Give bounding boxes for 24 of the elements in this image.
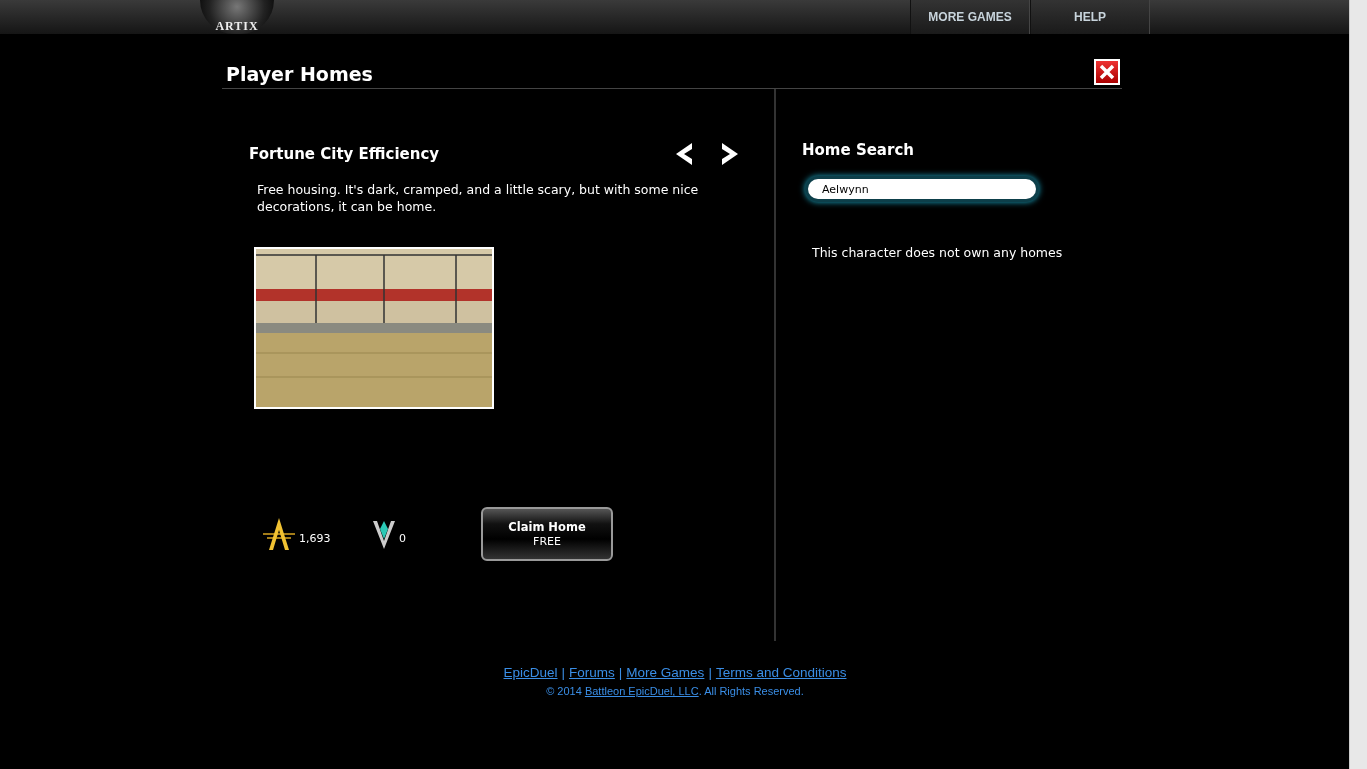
- home-description: Free housing. It's dark, cramped, and a little scary, but with some nice decorations, it can be home.: [257, 181, 700, 215]
- currency-amount: 0: [399, 531, 406, 545]
- copyright-link[interactable]: Battleon EpicDuel, LLC: [584, 685, 699, 697]
- page-title: Player Homes: [226, 63, 373, 85]
- footer-link[interactable]: EpicDuel: [503, 665, 558, 680]
- home-name: Fortune City Efficiency: [249, 145, 440, 163]
- claim-home-button[interactable]: Claim Home FREE: [481, 507, 613, 561]
- scrollbar[interactable]: [1349, 0, 1367, 769]
- currency-amount: 1,693: [299, 531, 331, 545]
- separator: |: [618, 665, 623, 680]
- footer-link[interactable]: Forums: [569, 665, 615, 680]
- logo[interactable]: ARTIX: [200, 0, 274, 34]
- copyright: © 2014 Battleon EpicDuel, LLC. All Rights Reserved.: [546, 685, 804, 697]
- footer-link[interactable]: More Games: [626, 665, 705, 680]
- search-field[interactable]: Aelwynn: [808, 179, 1036, 199]
- close-icon: [1099, 64, 1115, 80]
- close-button[interactable]: [1094, 59, 1120, 85]
- search-message: This character does not own any homes: [812, 245, 1064, 260]
- nav-button[interactable]: HELP: [1030, 0, 1150, 34]
- separator: |: [708, 665, 712, 680]
- separator: |: [561, 665, 566, 680]
- nav-button[interactable]: MORE GAMES: [910, 0, 1030, 34]
- footer-link[interactable]: Terms and Conditions: [715, 665, 847, 680]
- search-title: Home Search: [802, 141, 915, 159]
